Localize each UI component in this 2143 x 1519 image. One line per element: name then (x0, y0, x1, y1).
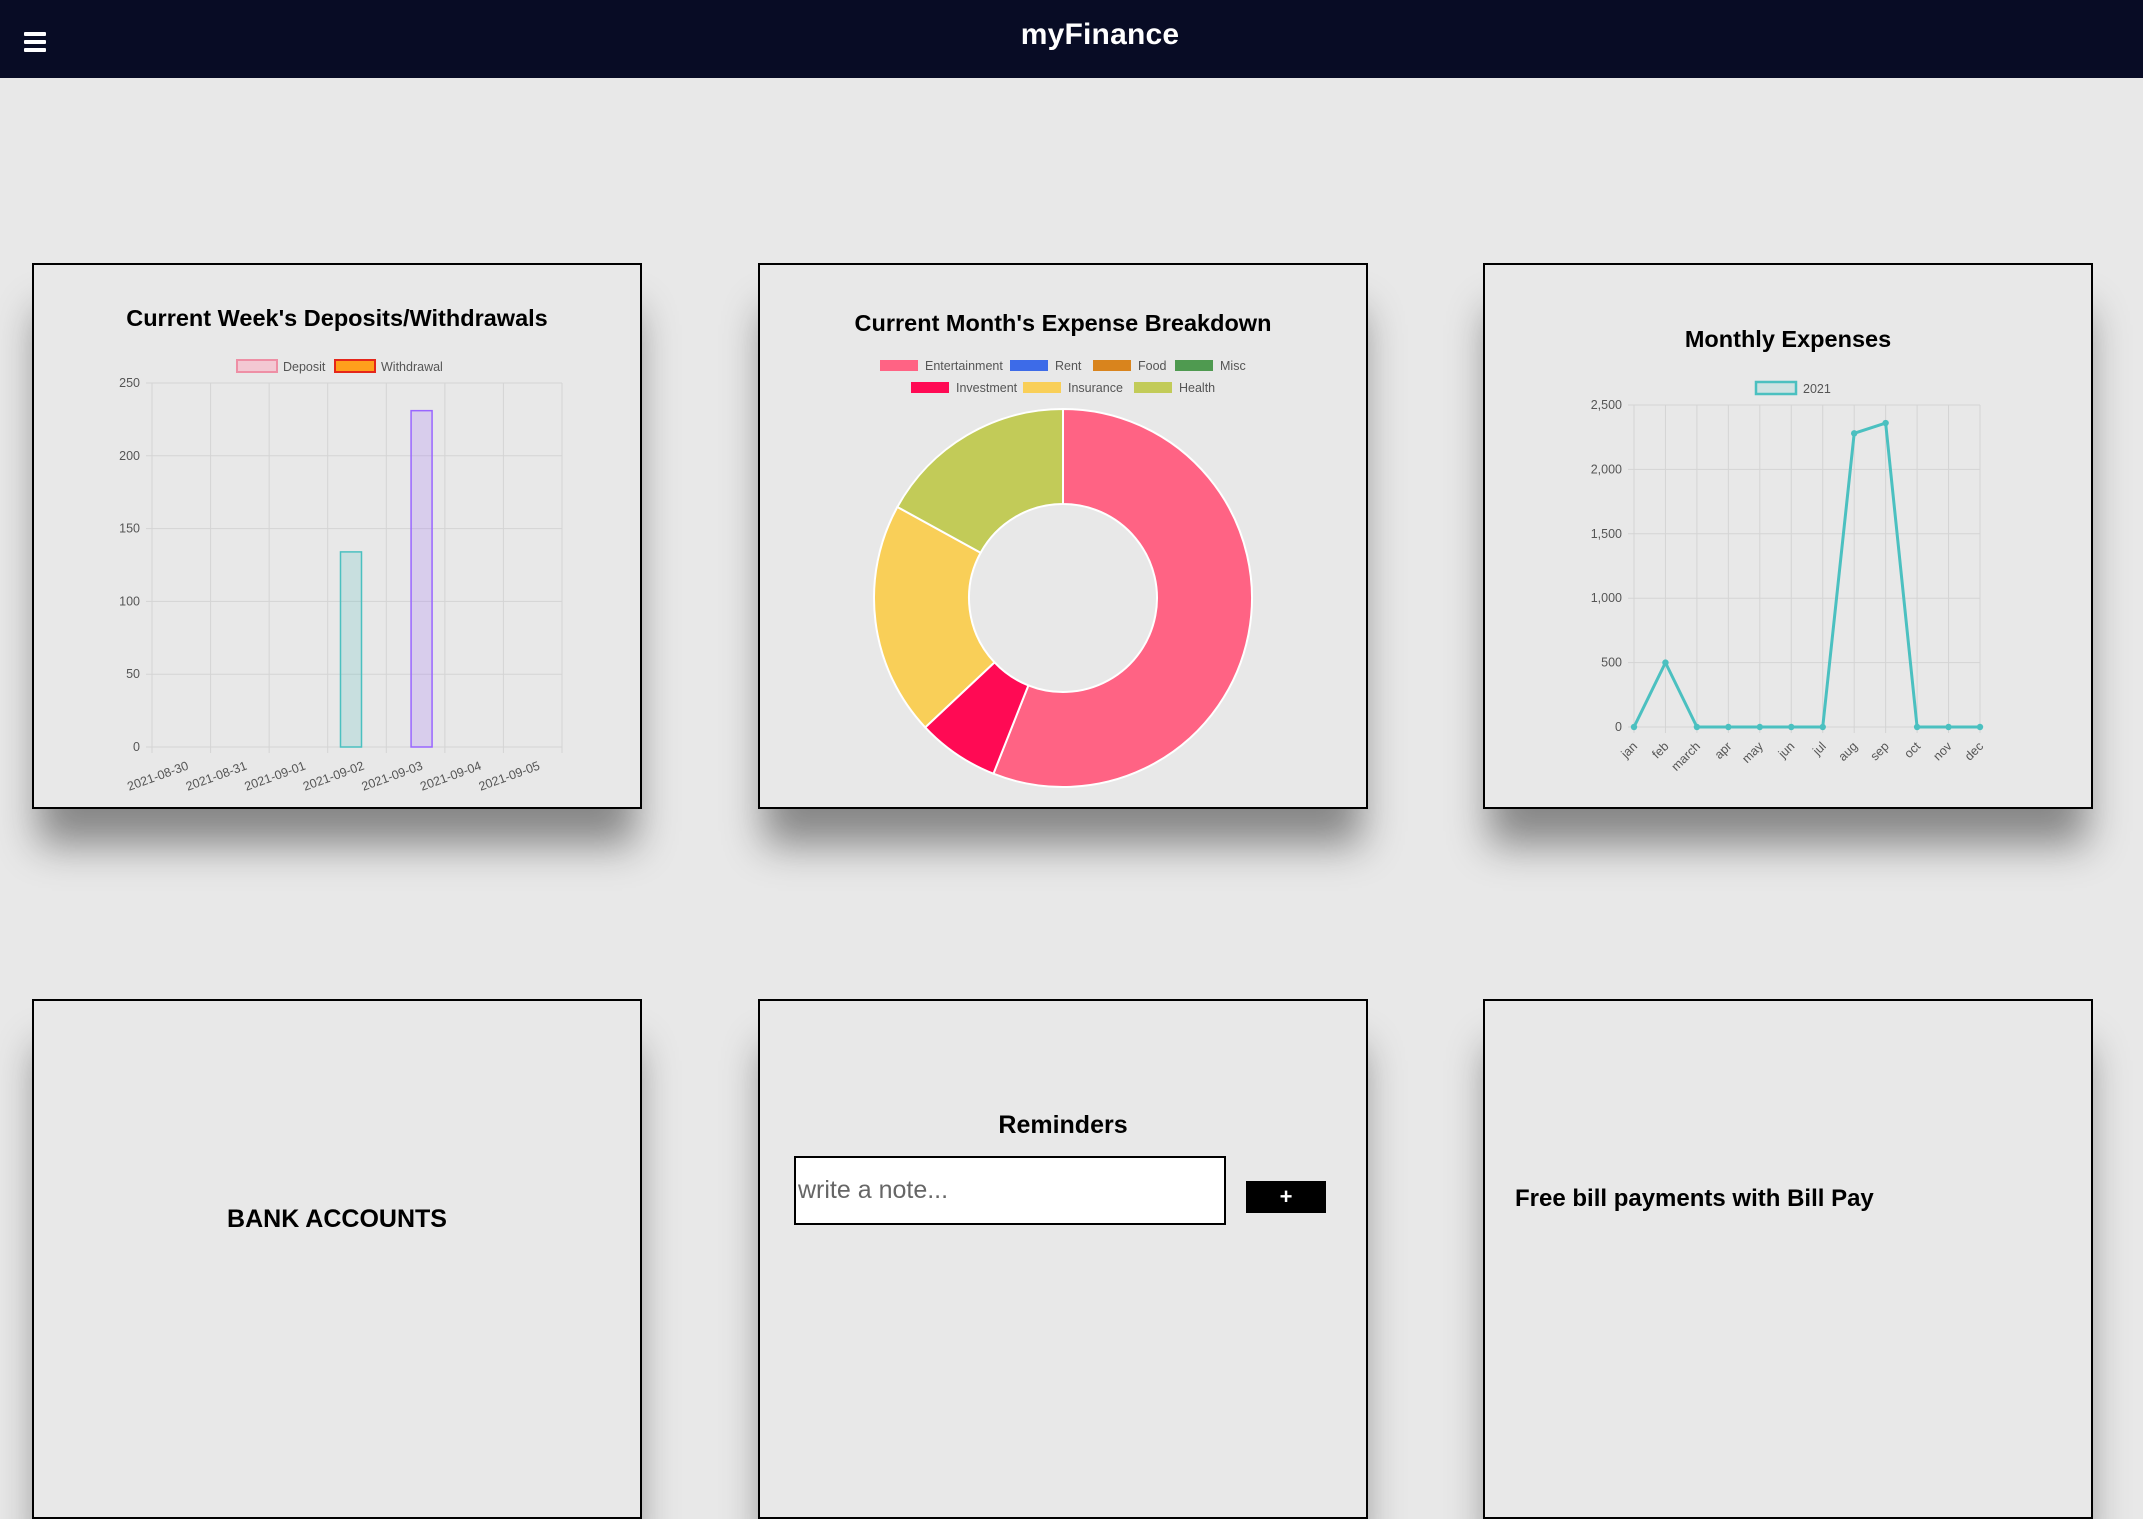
data-point (1945, 723, 1952, 731)
data-point (1850, 430, 1858, 437)
y-tick-label: 100 (119, 594, 140, 608)
legend-swatch-withdrawal (334, 359, 376, 373)
x-tick-label: nov (1931, 739, 1956, 764)
legend-label: 2021 (1803, 382, 1831, 396)
x-tick-label: aug (1836, 739, 1861, 764)
legend-swatch-deposit (236, 359, 278, 373)
x-tick-label: 2021-09-04 (418, 759, 483, 794)
legend-swatch-entertainment (880, 360, 918, 371)
x-tick-label: march (1669, 739, 1703, 773)
x-tick-label: sep (1868, 739, 1892, 763)
legend-label: Insurance (1068, 381, 1123, 395)
y-tick-label: 250 (119, 376, 140, 390)
y-tick-label: 0 (1615, 720, 1622, 734)
data-point (1756, 723, 1764, 731)
app-title: myFinance (1020, 18, 1180, 51)
legend-swatch-insurance (1023, 382, 1061, 393)
legend-swatch-health (1134, 382, 1172, 393)
legend-label: Health (1179, 381, 1215, 395)
legend-label: Misc (1220, 359, 1246, 373)
legend-label: Food (1138, 359, 1167, 373)
chart-title: Current Week's Deposits/Withdrawals (126, 305, 548, 331)
legend-swatch-rent (1010, 360, 1048, 371)
y-tick-label: 2,500 (1591, 398, 1622, 412)
weekly-deposits-withdrawals-card: Current Week's Deposits/Withdrawals Depo… (32, 263, 642, 809)
x-tick-label: 2021-08-31 (184, 759, 249, 794)
data-point (1788, 723, 1795, 731)
x-tick-label: 2021-09-05 (477, 759, 542, 794)
reminders-card: Reminders (758, 999, 1368, 1519)
expense-doughnut-chart: Current Month's Expense Breakdown Entert… (855, 310, 1272, 788)
data-point (1630, 723, 1638, 731)
reminder-note-input[interactable] (794, 1156, 1226, 1225)
bar-deposit (339, 551, 363, 748)
data-point (1976, 723, 1984, 731)
x-tick-label: dec (1962, 739, 1986, 763)
x-tick-label: jan (1618, 739, 1640, 761)
y-tick-label: 1,500 (1591, 527, 1622, 541)
legend-label: Rent (1055, 359, 1082, 373)
data-point (1913, 723, 1921, 731)
y-tick-label: 2,000 (1591, 462, 1622, 476)
data-point (1882, 419, 1889, 427)
data-point (1693, 723, 1701, 731)
bank-accounts-card: BANK ACCOUNTS (32, 999, 642, 1519)
data-point (1662, 659, 1669, 666)
x-tick-label: may (1739, 739, 1766, 766)
expense-breakdown-card: Current Month's Expense Breakdown Entert… (758, 263, 1368, 809)
x-tick-label: feb (1649, 739, 1671, 761)
y-tick-label: 200 (119, 449, 140, 463)
y-tick-label: 500 (1601, 656, 1622, 670)
legend-swatch-misc (1175, 360, 1213, 371)
y-tick-label: 0 (133, 740, 140, 754)
add-reminder-button[interactable]: + (1246, 1181, 1326, 1213)
y-tick-label: 1,000 (1591, 591, 1622, 605)
x-tick-label: 2021-09-03 (360, 759, 425, 794)
x-tick-label: 2021-09-01 (243, 759, 308, 794)
x-tick-label: 2021-09-02 (301, 759, 366, 794)
x-tick-label: jun (1775, 739, 1797, 761)
legend-label: Investment (956, 381, 1018, 395)
legend-swatch-investment (911, 382, 949, 393)
x-tick-label: oct (1902, 739, 1924, 761)
chart-title: Current Month's Expense Breakdown (855, 310, 1272, 336)
monthly-line-chart: Monthly Expenses 2021 0 500 1,000 1,500 2,000… (1591, 326, 1986, 774)
y-tick-label: 150 (119, 522, 140, 536)
x-tick-label: jul (1809, 739, 1828, 758)
bill-pay-card: Free bill payments with Bill Pay (1483, 999, 2093, 1519)
reminders-heading: Reminders (998, 1111, 1128, 1139)
data-point (1725, 723, 1732, 731)
weekly-bar-chart: Current Week's Deposits/Withdrawals Depo… (119, 305, 563, 794)
monthly-expenses-card: Monthly Expenses 2021 0 500 1,000 1,500 2,000… (1483, 263, 2093, 809)
legend-swatch-food (1093, 360, 1131, 371)
legend-swatch-2021 (1754, 380, 1798, 396)
x-tick-label: apr (1712, 739, 1735, 762)
y-tick-label: 50 (126, 667, 140, 681)
legend-label: Deposit (283, 360, 326, 374)
x-tick-label: 2021-08-30 (125, 759, 190, 794)
series-line-2021 (1632, 421, 1980, 729)
chart-title: Monthly Expenses (1685, 326, 1891, 352)
legend-label: Entertainment (925, 359, 1003, 373)
bar-withdrawal (410, 409, 433, 748)
data-point (1819, 723, 1826, 731)
legend-label: Withdrawal (381, 360, 443, 374)
bill-pay-heading: Free bill payments with Bill Pay (1515, 1185, 1874, 1212)
top-navigation-bar: myFinance (0, 0, 2143, 78)
